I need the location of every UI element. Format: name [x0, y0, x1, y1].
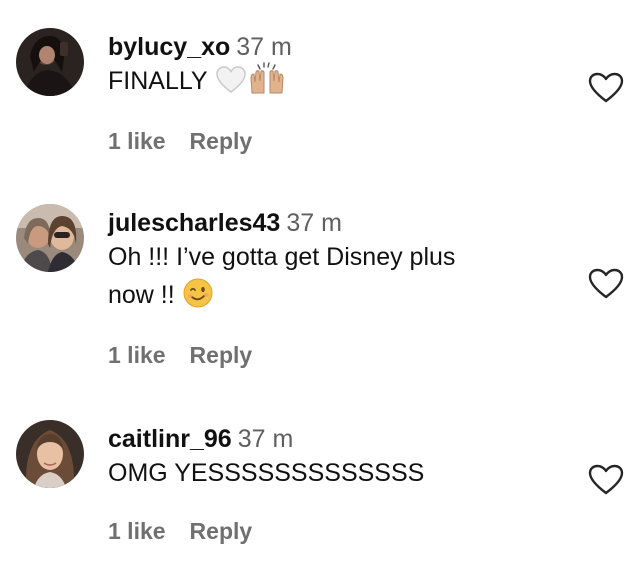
- username[interactable]: julescharles43: [108, 209, 280, 237]
- comment-body: julescharles43 37 m Oh !!! I’ve gotta get…: [108, 208, 578, 319]
- heart-outline-icon[interactable]: [588, 464, 624, 496]
- avatar-photo: [16, 28, 84, 96]
- avatar-photo: [16, 204, 84, 272]
- likes-count[interactable]: 1 like: [108, 518, 166, 544]
- reply-button[interactable]: Reply: [190, 518, 253, 544]
- timestamp: 37 m: [237, 425, 294, 453]
- likes-count[interactable]: 1 like: [108, 128, 166, 154]
- raising-hands-icon: [248, 62, 286, 105]
- comment-actions: 1 like Reply: [108, 128, 252, 155]
- comment-actions: 1 like Reply: [108, 342, 252, 369]
- heart-outline-icon[interactable]: [588, 268, 624, 300]
- comment-text-content: OMG YESSSSSSSSSSSSS: [108, 459, 425, 487]
- comment-list: bylucy_xo 37 m FINALLY 1 like Reply jule…: [0, 0, 634, 561]
- comment-text-line-2: now !!: [108, 281, 175, 309]
- avatar-photo: [16, 420, 84, 488]
- comment-body: caitlinr_96 37 m OMG YESSSSSSSSSSSSS: [108, 424, 578, 492]
- comment-actions: 1 like Reply: [108, 518, 252, 545]
- avatar[interactable]: [16, 420, 84, 488]
- comment-text-line-1: Oh !!! I’ve gotta get Disney plus: [108, 243, 456, 271]
- comment-header: julescharles43 37 m: [108, 208, 578, 238]
- likes-count[interactable]: 1 like: [108, 342, 166, 368]
- comment-text: FINALLY: [108, 62, 578, 105]
- timestamp: 37 m: [286, 209, 342, 237]
- comment-body: bylucy_xo 37 m FINALLY: [108, 32, 578, 105]
- reply-button[interactable]: Reply: [190, 128, 253, 154]
- username[interactable]: bylucy_xo: [108, 33, 230, 61]
- comment-text-content: FINALLY: [108, 67, 208, 95]
- avatar[interactable]: [16, 204, 84, 272]
- comment-text: Oh !!! I’ve gotta get Disney plus now !!: [108, 238, 578, 319]
- avatar[interactable]: [16, 28, 84, 96]
- heart-outline-icon[interactable]: [588, 72, 624, 104]
- username[interactable]: caitlinr_96: [108, 425, 232, 453]
- comment-text: OMG YESSSSSSSSSSSSS: [108, 454, 578, 492]
- comment-header: caitlinr_96 37 m: [108, 424, 578, 454]
- timestamp: 37 m: [236, 33, 292, 61]
- reply-button[interactable]: Reply: [190, 342, 253, 368]
- comment-text-line-2-wrap: now !!: [108, 276, 578, 319]
- white-heart-icon: [215, 66, 246, 105]
- winking-face-icon: [183, 278, 213, 319]
- comment-header: bylucy_xo 37 m: [108, 32, 578, 62]
